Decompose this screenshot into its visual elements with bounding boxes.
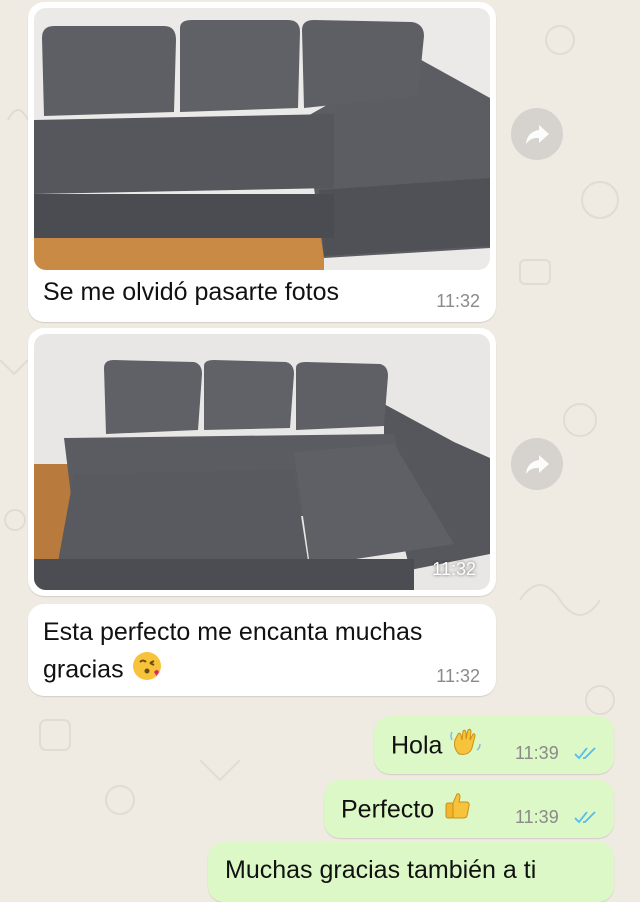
message-text-wrap: Hola <box>391 726 482 768</box>
message-text: Hola <box>391 731 443 760</box>
message-time: 11:39 <box>515 743 559 763</box>
waving-hand-emoji <box>449 726 482 768</box>
forward-button-1[interactable] <box>511 108 563 160</box>
text-message-outgoing[interactable]: Perfecto 11:39 <box>324 780 614 838</box>
message-text-wrap: Perfecto <box>341 790 473 832</box>
thumbs-up-emoji <box>441 790 473 832</box>
read-receipt-icon <box>574 811 596 824</box>
photo-message-2[interactable]: 11:32 <box>28 328 496 596</box>
message-text-line2: gracias <box>43 650 163 692</box>
text-message-outgoing[interactable]: Hola 11:39 <box>374 716 614 774</box>
forward-icon <box>526 125 549 144</box>
sofa-photo-2[interactable]: 11:32 <box>34 334 490 590</box>
kissing-face-emoji <box>131 650 163 692</box>
sofa-photo-1[interactable] <box>34 8 490 270</box>
text-message-outgoing[interactable]: Muchas gracias también a ti <box>208 842 614 902</box>
photo-message-1[interactable]: Se me olvidó pasarte fotos 11:32 <box>28 2 496 322</box>
forward-button-2[interactable] <box>511 438 563 490</box>
forward-icon <box>526 455 549 474</box>
photo-time: 11:32 <box>432 559 476 579</box>
message-text-line1: Esta perfecto me encanta muchas <box>43 618 423 646</box>
message-text: gracias <box>43 655 124 684</box>
message-time: 11:32 <box>436 666 480 686</box>
message-time: 11:39 <box>515 807 559 827</box>
read-receipt-icon <box>574 747 596 760</box>
message-text: Perfecto <box>341 795 435 824</box>
message-time: 11:32 <box>436 291 480 311</box>
photo-caption: Se me olvidó pasarte fotos <box>43 278 339 306</box>
text-message-incoming[interactable]: Esta perfecto me encanta muchas gracias … <box>28 604 496 696</box>
message-text: Muchas gracias también a ti <box>225 856 537 884</box>
